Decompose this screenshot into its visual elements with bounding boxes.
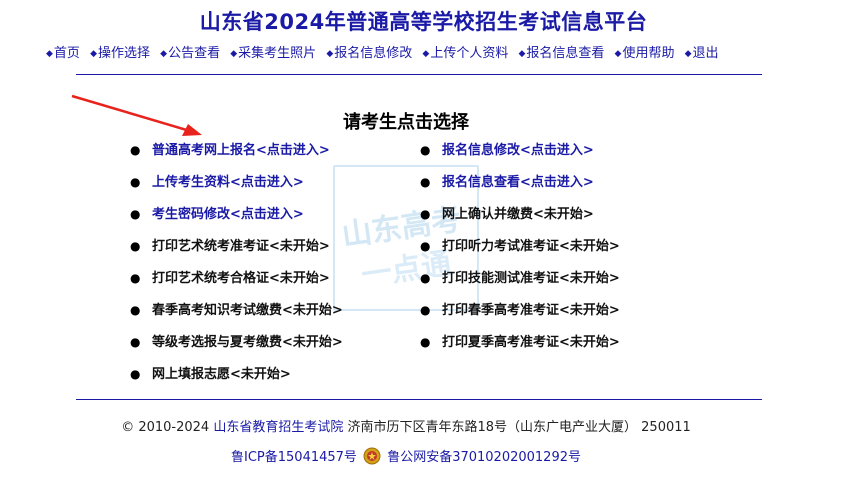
online-registration-link[interactable]: 普通高考网上报名<点击进入> — [152, 143, 330, 158]
option-unavailable: 打印艺术统考合格证<未开始> — [152, 271, 330, 286]
page-title: 山东省2024年普通高等学校招生考试信息平台 — [199, 10, 648, 34]
diamond-icon: ◆ — [614, 49, 622, 59]
list-item: ● 普通高考网上报名<点击进入> — [130, 140, 343, 172]
left-option-list: ● 普通高考网上报名<点击进入> ● 上传考生资料<点击进入> ● 考生密码修改<点击… — [130, 140, 343, 396]
list-item: ● 考生密码修改<点击进入> — [130, 204, 343, 236]
diamond-icon: ◆ — [684, 49, 692, 59]
bullet-icon: ● — [420, 207, 431, 221]
diamond-icon: ◆ — [230, 49, 238, 59]
list-item: ● 春季高考知识考试缴费<未开始> — [130, 300, 343, 332]
right-option-list: ● 报名信息修改<点击进入> ● 报名信息查看<点击进入> ● 网上确认并缴费<未开始… — [420, 140, 620, 364]
list-item: ● 报名信息修改<点击进入> — [420, 140, 620, 172]
option-unavailable: 打印艺术统考准考证<未开始> — [152, 239, 330, 254]
nav-label: 操作选择 — [98, 46, 151, 61]
bullet-icon: ● — [130, 367, 141, 381]
upload-materials-link[interactable]: 上传考生资料<点击进入> — [152, 175, 304, 190]
list-item: ● 网上填报志愿<未开始> — [130, 364, 343, 396]
nav-announcements[interactable]: ◆公告查看 — [160, 42, 220, 61]
option-unavailable: 网上确认并缴费<未开始> — [442, 207, 594, 222]
list-item: ● 打印听力考试准考证<未开始> — [420, 236, 620, 268]
nav-help[interactable]: ◆使用帮助 — [615, 42, 675, 61]
police-badge-icon — [363, 447, 381, 465]
option-unavailable: 打印技能测试准考证<未开始> — [442, 271, 620, 286]
diamond-icon: ◆ — [326, 49, 334, 59]
bullet-icon: ● — [420, 303, 431, 317]
bullet-icon: ● — [130, 175, 141, 189]
footer-copyright-line: © 2010-2024 山东省教育招生考试院 济南市历下区青年东路18号（山东广… — [0, 416, 812, 435]
bullet-icon: ● — [130, 207, 141, 221]
bullet-icon: ● — [130, 143, 141, 157]
nav-modify-info[interactable]: ◆报名信息修改 — [326, 42, 412, 61]
nav-collect-photo[interactable]: ◆采集考生照片 — [230, 42, 316, 61]
bullet-icon: ● — [420, 335, 431, 349]
footer-registration-line: 鲁ICP备15041457号 鲁公网安备37010202001292号 — [0, 446, 812, 465]
nav-logout[interactable]: ◆退出 — [685, 42, 719, 61]
list-item: ● 网上确认并缴费<未开始> — [420, 204, 620, 236]
section-title: 请考生点击选择 — [343, 112, 469, 133]
diamond-icon: ◆ — [46, 49, 53, 59]
nav-upload-docs[interactable]: ◆上传个人资料 — [422, 42, 508, 61]
nav-label: 上传个人资料 — [430, 46, 509, 61]
nav-label: 使用帮助 — [622, 46, 675, 61]
police-record-link[interactable]: 鲁公网安备37010202001292号 — [387, 450, 581, 465]
icp-link[interactable]: 鲁ICP备15041457号 — [231, 450, 357, 465]
view-info-link[interactable]: 报名信息查看<点击进入> — [442, 175, 594, 190]
list-item: ● 上传考生资料<点击进入> — [130, 172, 343, 204]
nav-view-info[interactable]: ◆报名信息查看 — [518, 42, 604, 61]
diamond-icon: ◆ — [90, 49, 97, 59]
option-unavailable: 打印夏季高考准考证<未开始> — [442, 335, 620, 350]
org-link[interactable]: 山东省教育招生考试院 — [213, 420, 343, 435]
list-item: ● 报名信息查看<点击进入> — [420, 172, 620, 204]
change-password-link[interactable]: 考生密码修改<点击进入> — [152, 207, 304, 222]
list-item: ● 打印夏季高考准考证<未开始> — [420, 332, 620, 364]
bullet-icon: ● — [130, 239, 141, 253]
nav-label: 报名信息查看 — [526, 46, 605, 61]
diamond-icon: ◆ — [518, 49, 526, 59]
list-item: ● 打印春季高考准考证<未开始> — [420, 300, 620, 332]
diamond-icon: ◆ — [160, 49, 168, 59]
diamond-icon: ◆ — [422, 49, 430, 59]
modify-info-link[interactable]: 报名信息修改<点击进入> — [442, 143, 594, 158]
option-unavailable: 等级考选报与夏考缴费<未开始> — [152, 335, 343, 350]
bullet-icon: ● — [420, 175, 431, 189]
nav-label: 退出 — [692, 46, 719, 61]
address-text: 济南市历下区青年东路18号（山东广电产业大厦） 250011 — [347, 420, 691, 435]
bullet-icon: ● — [130, 335, 141, 349]
option-unavailable: 打印春季高考准考证<未开始> — [442, 303, 620, 318]
bullet-icon: ● — [130, 271, 141, 285]
list-item: ● 打印技能测试准考证<未开始> — [420, 268, 620, 300]
list-item: ● 打印艺术统考准考证<未开始> — [130, 236, 343, 268]
bullet-icon: ● — [420, 239, 431, 253]
list-item: ● 打印艺术统考合格证<未开始> — [130, 268, 343, 300]
list-item: ● 等级考选报与夏考缴费<未开始> — [130, 332, 343, 364]
option-unavailable: 打印听力考试准考证<未开始> — [442, 239, 620, 254]
bullet-icon: ● — [420, 143, 431, 157]
bottom-divider — [76, 399, 762, 400]
option-unavailable: 网上填报志愿<未开始> — [152, 367, 291, 382]
nav-label: 首页 — [53, 46, 80, 61]
top-divider — [76, 74, 762, 75]
nav-label: 公告查看 — [168, 46, 221, 61]
bullet-icon: ● — [420, 271, 431, 285]
nav-home[interactable]: ◆首页 — [46, 42, 80, 61]
copyright-text: © 2010-2024 — [121, 420, 210, 435]
nav-label: 采集考生照片 — [238, 46, 317, 61]
nav-operation-select[interactable]: ◆操作选择 — [90, 42, 150, 61]
bullet-icon: ● — [130, 303, 141, 317]
option-unavailable: 春季高考知识考试缴费<未开始> — [152, 303, 343, 318]
top-nav: ◆首页 ◆操作选择 ◆公告查看 ◆采集考生照片 ◆报名信息修改 ◆上传个人资料 … — [46, 42, 826, 61]
nav-label: 报名信息修改 — [334, 46, 413, 61]
